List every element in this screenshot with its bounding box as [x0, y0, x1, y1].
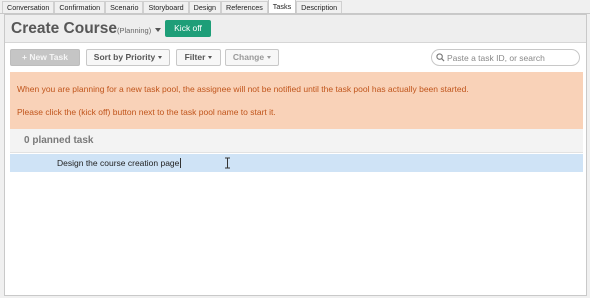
task-pool-header: Create Course (Planning) Kick off	[5, 15, 586, 43]
planned-task-section-header: 0 planned task	[10, 129, 583, 153]
tab-references[interactable]: References	[221, 1, 268, 13]
caret-down-icon	[267, 56, 272, 60]
sort-dropdown[interactable]: Sort by Priority	[86, 49, 170, 66]
sort-label: Sort by Priority	[93, 52, 156, 62]
task-name-input[interactable]: Design the course creation page	[57, 158, 179, 168]
caret-down-icon	[158, 56, 163, 60]
notice-line-2: Please click the (kick off) button next …	[17, 107, 276, 117]
search-icon	[436, 53, 445, 62]
tab-confirmation[interactable]: Confirmation	[54, 1, 106, 13]
planning-notice: When you are planning for a new task poo…	[10, 72, 583, 129]
text-caret	[180, 158, 181, 168]
tab-description[interactable]: Description	[296, 1, 343, 13]
change-label: Change	[232, 52, 265, 62]
toolbar: + New Task Sort by Priority Filter Chang…	[5, 44, 586, 71]
text-cursor-icon	[225, 157, 230, 169]
new-task-label: + New Task	[22, 52, 68, 62]
task-row[interactable]: Design the course creation page	[10, 154, 583, 172]
page-title: Create Course	[11, 20, 117, 37]
chevron-down-icon[interactable]	[155, 28, 161, 32]
tab-storyboard[interactable]: Storyboard	[143, 1, 189, 13]
tab-tasks[interactable]: Tasks	[267, 0, 297, 13]
pool-status[interactable]: (Planning)	[117, 26, 151, 35]
tab-conversation[interactable]: Conversation	[2, 1, 55, 13]
caret-down-icon	[208, 56, 213, 60]
search-input[interactable]	[447, 51, 575, 64]
tab-bar: Conversation Confirmation Scenario Story…	[0, 0, 590, 14]
task-pool-panel: Create Course (Planning) Kick off + New …	[4, 14, 587, 296]
search-box[interactable]	[431, 49, 580, 66]
planned-task-count: 0 planned task	[24, 135, 94, 146]
filter-dropdown[interactable]: Filter	[176, 49, 221, 66]
tab-scenario[interactable]: Scenario	[105, 1, 144, 13]
kickoff-button[interactable]: Kick off	[165, 20, 211, 37]
notice-line-1: When you are planning for a new task poo…	[17, 84, 469, 94]
new-task-button[interactable]: + New Task	[10, 49, 80, 66]
change-dropdown[interactable]: Change	[225, 49, 279, 66]
filter-label: Filter	[184, 52, 206, 62]
tab-design[interactable]: Design	[188, 1, 222, 13]
